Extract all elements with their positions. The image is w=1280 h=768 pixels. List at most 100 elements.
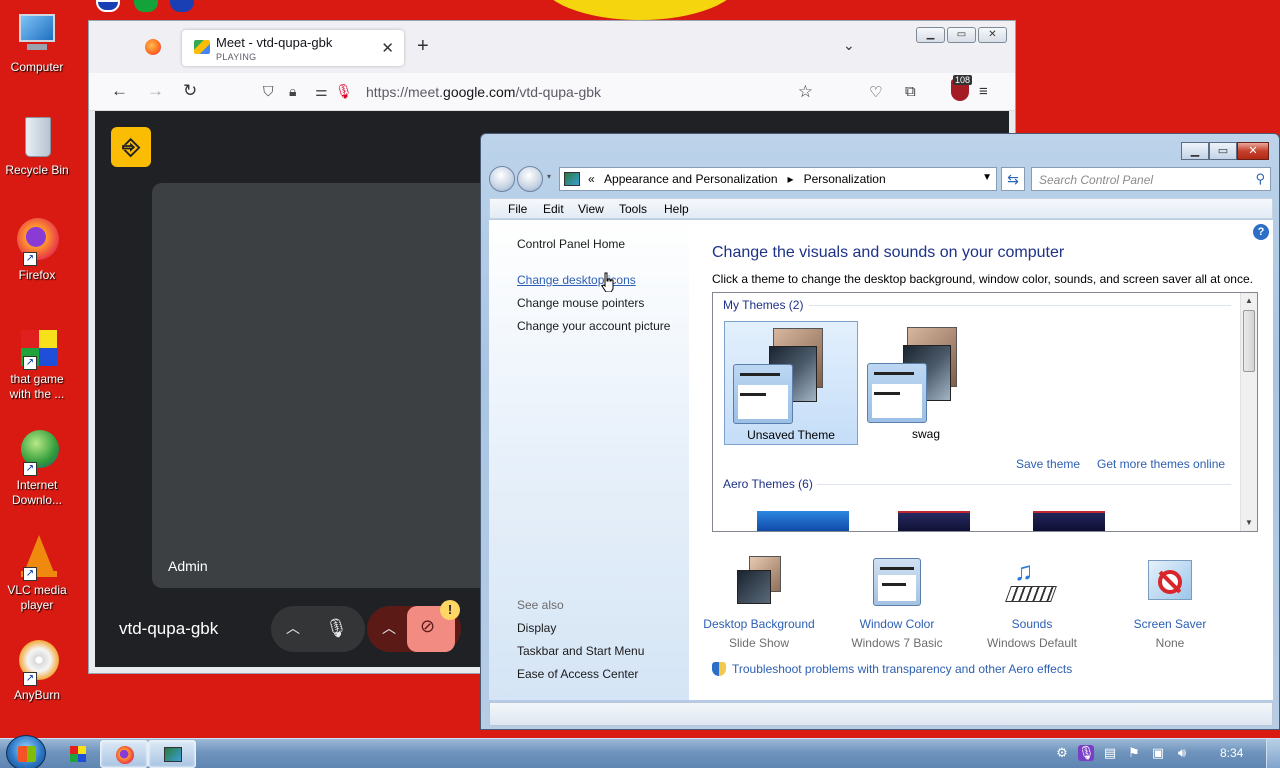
- desktop-background-option[interactable]: Desktop Background Slide Show: [689, 556, 829, 652]
- menu-help[interactable]: Help: [664, 202, 689, 216]
- close-button[interactable]: ✕: [978, 27, 1007, 43]
- back-button[interactable]: [489, 166, 515, 192]
- ease-of-access-link[interactable]: Ease of Access Center: [517, 667, 638, 681]
- taskbar-firefox-button[interactable]: [100, 740, 148, 768]
- document-icon[interactable]: ▤: [1102, 745, 1118, 761]
- change-desktop-icons-link[interactable]: Change desktop icons: [517, 273, 636, 287]
- lock-icon[interactable]: 🔒︎: [289, 83, 296, 100]
- chevron-up-icon[interactable]: ︿: [286, 618, 300, 638]
- change-account-picture-link[interactable]: Change your account picture: [517, 319, 670, 333]
- aero-theme-thumbnail[interactable]: [898, 511, 970, 531]
- bookmark-star-icon[interactable]: ☆: [798, 82, 813, 102]
- theme-name: swag: [911, 427, 940, 441]
- permissions-icon[interactable]: ⚌: [315, 83, 328, 100]
- microphone-control[interactable]: ︿ 🎙︎: [271, 606, 365, 652]
- menu-view[interactable]: View: [578, 202, 604, 216]
- theme-swag[interactable]: swag: [859, 321, 993, 445]
- address-bar[interactable]: « Appearance and Personalization ▸ Perso…: [559, 167, 997, 191]
- sounds-option[interactable]: ♫ Sounds Windows Default: [962, 556, 1102, 652]
- breadcrumb-personalization[interactable]: Personalization: [804, 172, 886, 186]
- save-theme-link[interactable]: Save theme: [1016, 457, 1080, 471]
- desktop-icon-firefox[interactable]: ↗ Firefox: [2, 218, 72, 283]
- refresh-icon[interactable]: ⇆: [1001, 167, 1025, 191]
- desktop-icon-anyburn[interactable]: ↗ AnyBurn: [2, 638, 72, 703]
- microphone-icon[interactable]: 🎙︎: [335, 83, 353, 100]
- theme-list[interactable]: My Themes (2) Unsaved Theme swag Save th…: [712, 292, 1258, 532]
- desktop-icon-internet-download-manager[interactable]: ↗ Internet Downlo...: [2, 428, 72, 508]
- option-value: Windows 7 Basic: [851, 636, 943, 650]
- firefox-view-icon[interactable]: [145, 39, 161, 55]
- pocket-icon[interactable]: ♡: [869, 83, 882, 101]
- desktop-icon-recycle-bin[interactable]: Recycle Bin: [2, 113, 72, 178]
- get-more-themes-link[interactable]: Get more themes online: [1097, 457, 1225, 471]
- maximize-button[interactable]: ▭: [1209, 142, 1237, 160]
- option-title: Sounds: [1011, 617, 1053, 631]
- change-mouse-pointers-link[interactable]: Change mouse pointers: [517, 296, 644, 310]
- action-center-flag-icon[interactable]: ⚑: [1126, 745, 1142, 761]
- sounds-icon: ♫: [1005, 556, 1058, 608]
- shield-icon[interactable]: ⛉: [263, 83, 274, 100]
- extensions-icon[interactable]: ⧉: [905, 83, 916, 100]
- taskbar-control-panel-button[interactable]: [148, 740, 196, 768]
- help-icon[interactable]: ?: [1253, 224, 1269, 240]
- shortcut-arrow-icon: ↗: [23, 672, 37, 686]
- minimize-button[interactable]: ▁: [916, 27, 945, 43]
- volume-icon[interactable]: 🔊︎: [1174, 745, 1190, 761]
- scroll-thumb[interactable]: [1243, 310, 1255, 372]
- list-all-tabs-icon[interactable]: ⌄: [843, 37, 855, 54]
- theme-unsaved[interactable]: Unsaved Theme: [724, 321, 858, 445]
- microphone-icon[interactable]: 🎙︎: [325, 618, 348, 639]
- menu-file[interactable]: File: [508, 202, 527, 216]
- divider: [817, 484, 1231, 485]
- meeting-code: vtd-qupa-gbk: [119, 619, 219, 638]
- aero-theme-thumbnail[interactable]: [757, 511, 849, 531]
- forward-icon[interactable]: →: [147, 81, 164, 101]
- close-button[interactable]: ✕: [1237, 142, 1269, 160]
- aero-theme-thumbnail[interactable]: [1033, 511, 1105, 531]
- recycle-bin-icon: [13, 113, 61, 161]
- network-icon[interactable]: ▣: [1150, 745, 1166, 761]
- desktop-icon-computer[interactable]: Computer: [2, 10, 72, 75]
- desktop-icon-vlc[interactable]: ↗ VLC media player: [2, 533, 72, 613]
- show-desktop-button[interactable]: [1266, 739, 1280, 768]
- address-dropdown-icon[interactable]: ▼: [982, 172, 992, 183]
- exit-icon[interactable]: ⎆: [111, 127, 151, 167]
- microphone-tray-icon[interactable]: 🎙︎: [1078, 745, 1095, 761]
- status-bar: [489, 702, 1273, 726]
- network-shared-icon[interactable]: ⚙: [1054, 745, 1070, 761]
- search-input[interactable]: Search Control Panel ⚲: [1031, 167, 1271, 191]
- menu-tools[interactable]: Tools: [619, 202, 647, 216]
- menu-edit[interactable]: Edit: [543, 202, 564, 216]
- scroll-down-icon[interactable]: ▼: [1241, 515, 1257, 531]
- taskbar-start-menu-link[interactable]: Taskbar and Start Menu: [517, 644, 644, 658]
- screen-saver-option[interactable]: Screen Saver None: [1100, 556, 1240, 652]
- new-tab-button[interactable]: +: [417, 36, 429, 56]
- display-link[interactable]: Display: [517, 621, 556, 635]
- search-icon[interactable]: ⚲: [1255, 171, 1265, 187]
- start-button[interactable]: [6, 735, 46, 768]
- minimize-button[interactable]: ▁: [1181, 142, 1209, 160]
- address-toolbar: ▾ « Appearance and Personalization ▸ Per…: [489, 166, 1273, 192]
- window-color-option[interactable]: Window Color Windows 7 Basic: [827, 556, 967, 652]
- clock[interactable]: 8:34: [1220, 746, 1243, 760]
- ublock-icon[interactable]: 108: [951, 75, 973, 101]
- tab-meet[interactable]: Meet - vtd-qupa-gbk PLAYING ✕: [182, 30, 404, 66]
- back-icon[interactable]: ←: [111, 81, 128, 101]
- recent-pages-icon[interactable]: ▾: [547, 172, 551, 181]
- scroll-up-icon[interactable]: ▲: [1241, 293, 1257, 309]
- forward-button[interactable]: [517, 166, 543, 192]
- tab-close-button[interactable]: ✕: [381, 39, 394, 57]
- theme-list-scrollbar[interactable]: ▲ ▼: [1240, 293, 1257, 531]
- url-text[interactable]: https://meet.google.com/vtd-qupa-gbk: [366, 84, 601, 100]
- maximize-button[interactable]: ▭: [947, 27, 976, 43]
- taskbar-game-button[interactable]: [54, 740, 102, 768]
- troubleshoot-aero-link[interactable]: Troubleshoot problems with transparency …: [712, 662, 1072, 676]
- desktop-icon-game[interactable]: ↗ that game with the ...: [2, 322, 72, 402]
- menu-icon[interactable]: ≡: [979, 83, 988, 100]
- url-bar[interactable]: ⛉ 🔒︎ ⚌ 🎙︎ https://meet.google.com/vtd-qu…: [257, 77, 813, 107]
- breadcrumb-appearance[interactable]: Appearance and Personalization: [604, 172, 777, 186]
- reload-icon[interactable]: ↻: [183, 81, 197, 101]
- control-panel-home-link[interactable]: Control Panel Home: [517, 237, 625, 251]
- chevron-up-icon[interactable]: ︿: [382, 618, 396, 638]
- windows-logo-icon: [18, 746, 36, 762]
